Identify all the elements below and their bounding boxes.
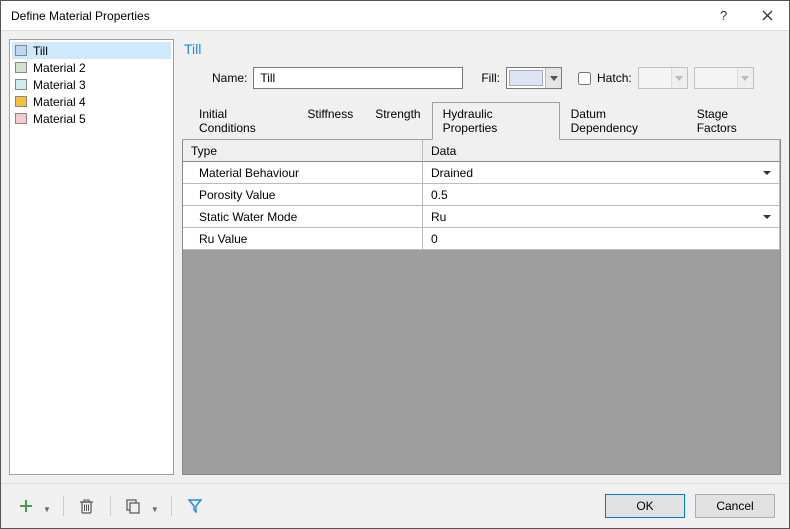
dialog-footer: ▼ ▼ OK Cancel [1, 483, 789, 528]
grid-cell-data[interactable]: Ru [423, 206, 780, 228]
hatch-color-combo [694, 67, 754, 89]
grid-cell-data[interactable]: Drained [423, 162, 780, 184]
tab-datum-dependency[interactable]: Datum Dependency [560, 102, 686, 139]
material-swatch [15, 79, 27, 90]
svg-text:?: ? [720, 9, 727, 23]
grid-cell-type: Material Behaviour [183, 162, 423, 184]
material-item-label: Material 2 [33, 61, 86, 75]
material-item-label: Material 4 [33, 95, 86, 109]
close-button[interactable] [745, 1, 789, 31]
material-list-item[interactable]: Material 2 [12, 59, 171, 76]
name-input[interactable] [253, 67, 463, 89]
dropdown-arrow-icon[interactable]: ▼ [151, 505, 159, 514]
grid-header: Type Data [183, 140, 780, 162]
grid-header-data: Data [423, 140, 780, 162]
hatch-checkbox-input[interactable] [578, 72, 591, 85]
material-list-item[interactable]: Material 5 [12, 110, 171, 127]
cancel-button[interactable]: Cancel [695, 494, 775, 518]
add-material-button[interactable] [15, 495, 37, 517]
filter-button[interactable] [184, 495, 206, 517]
chevron-down-icon [545, 68, 561, 88]
content-panel: Till Name: Fill: Hatch: [182, 39, 781, 475]
material-list-item[interactable]: Material 3 [12, 76, 171, 93]
material-list-item[interactable]: Till [12, 42, 171, 59]
material-swatch [15, 45, 27, 56]
fill-swatch [509, 70, 543, 86]
material-item-label: Till [33, 44, 48, 58]
grid-row[interactable]: Ru Value0 [183, 228, 780, 250]
fill-label: Fill: [481, 71, 500, 85]
grid-header-type: Type [183, 140, 423, 162]
grid-row[interactable]: Material BehaviourDrained [183, 162, 780, 184]
material-name-row: Name: Fill: Hatch: [182, 67, 781, 101]
hatch-label: Hatch: [597, 71, 632, 85]
hatch-checkbox[interactable]: Hatch: [574, 69, 632, 88]
copy-material-button[interactable] [123, 495, 145, 517]
hatch-pattern-combo [638, 67, 688, 89]
help-button[interactable]: ? [701, 1, 745, 31]
grid-cell-type: Static Water Mode [183, 206, 423, 228]
main-area: Till Material 2 Material 3 Material 4 Materi… [1, 31, 789, 483]
current-material-title: Till [182, 39, 781, 67]
grid-cell-data[interactable]: 0.5 [423, 184, 780, 206]
grid-empty-area [183, 250, 780, 474]
material-swatch [15, 113, 27, 124]
window-title: Define Material Properties [11, 9, 701, 23]
tab-initial-conditions[interactable]: Initial Conditions [188, 102, 296, 139]
material-item-label: Material 5 [33, 112, 86, 126]
dropdown-arrow-icon[interactable]: ▼ [43, 505, 51, 514]
titlebar: Define Material Properties ? [1, 1, 789, 31]
material-item-label: Material 3 [33, 78, 86, 92]
fill-color-combo[interactable] [506, 67, 562, 89]
grid-row[interactable]: Static Water ModeRu [183, 206, 780, 228]
delete-material-button[interactable] [76, 495, 98, 517]
material-swatch [15, 96, 27, 107]
grid-cell-data[interactable]: 0 [423, 228, 780, 250]
chevron-down-icon [737, 68, 753, 88]
chevron-down-icon [671, 68, 687, 88]
grid-cell-type: Ru Value [183, 228, 423, 250]
property-tabs: Initial ConditionsStiffnessStrengthHydra… [182, 102, 781, 140]
grid-cell-type: Porosity Value [183, 184, 423, 206]
tab-stiffness[interactable]: Stiffness [296, 102, 364, 139]
ok-button[interactable]: OK [605, 494, 685, 518]
tab-strength[interactable]: Strength [364, 102, 431, 139]
tab-hydraulic-properties[interactable]: Hydraulic Properties [432, 102, 560, 140]
name-label: Name: [212, 71, 247, 85]
tab-stage-factors[interactable]: Stage Factors [686, 102, 781, 139]
material-swatch [15, 62, 27, 73]
material-list-item[interactable]: Material 4 [12, 93, 171, 110]
grid-row[interactable]: Porosity Value0.5 [183, 184, 780, 206]
material-list[interactable]: Till Material 2 Material 3 Material 4 Materi… [9, 39, 174, 475]
properties-grid: Type Data Material BehaviourDrainedPoros… [182, 139, 781, 475]
